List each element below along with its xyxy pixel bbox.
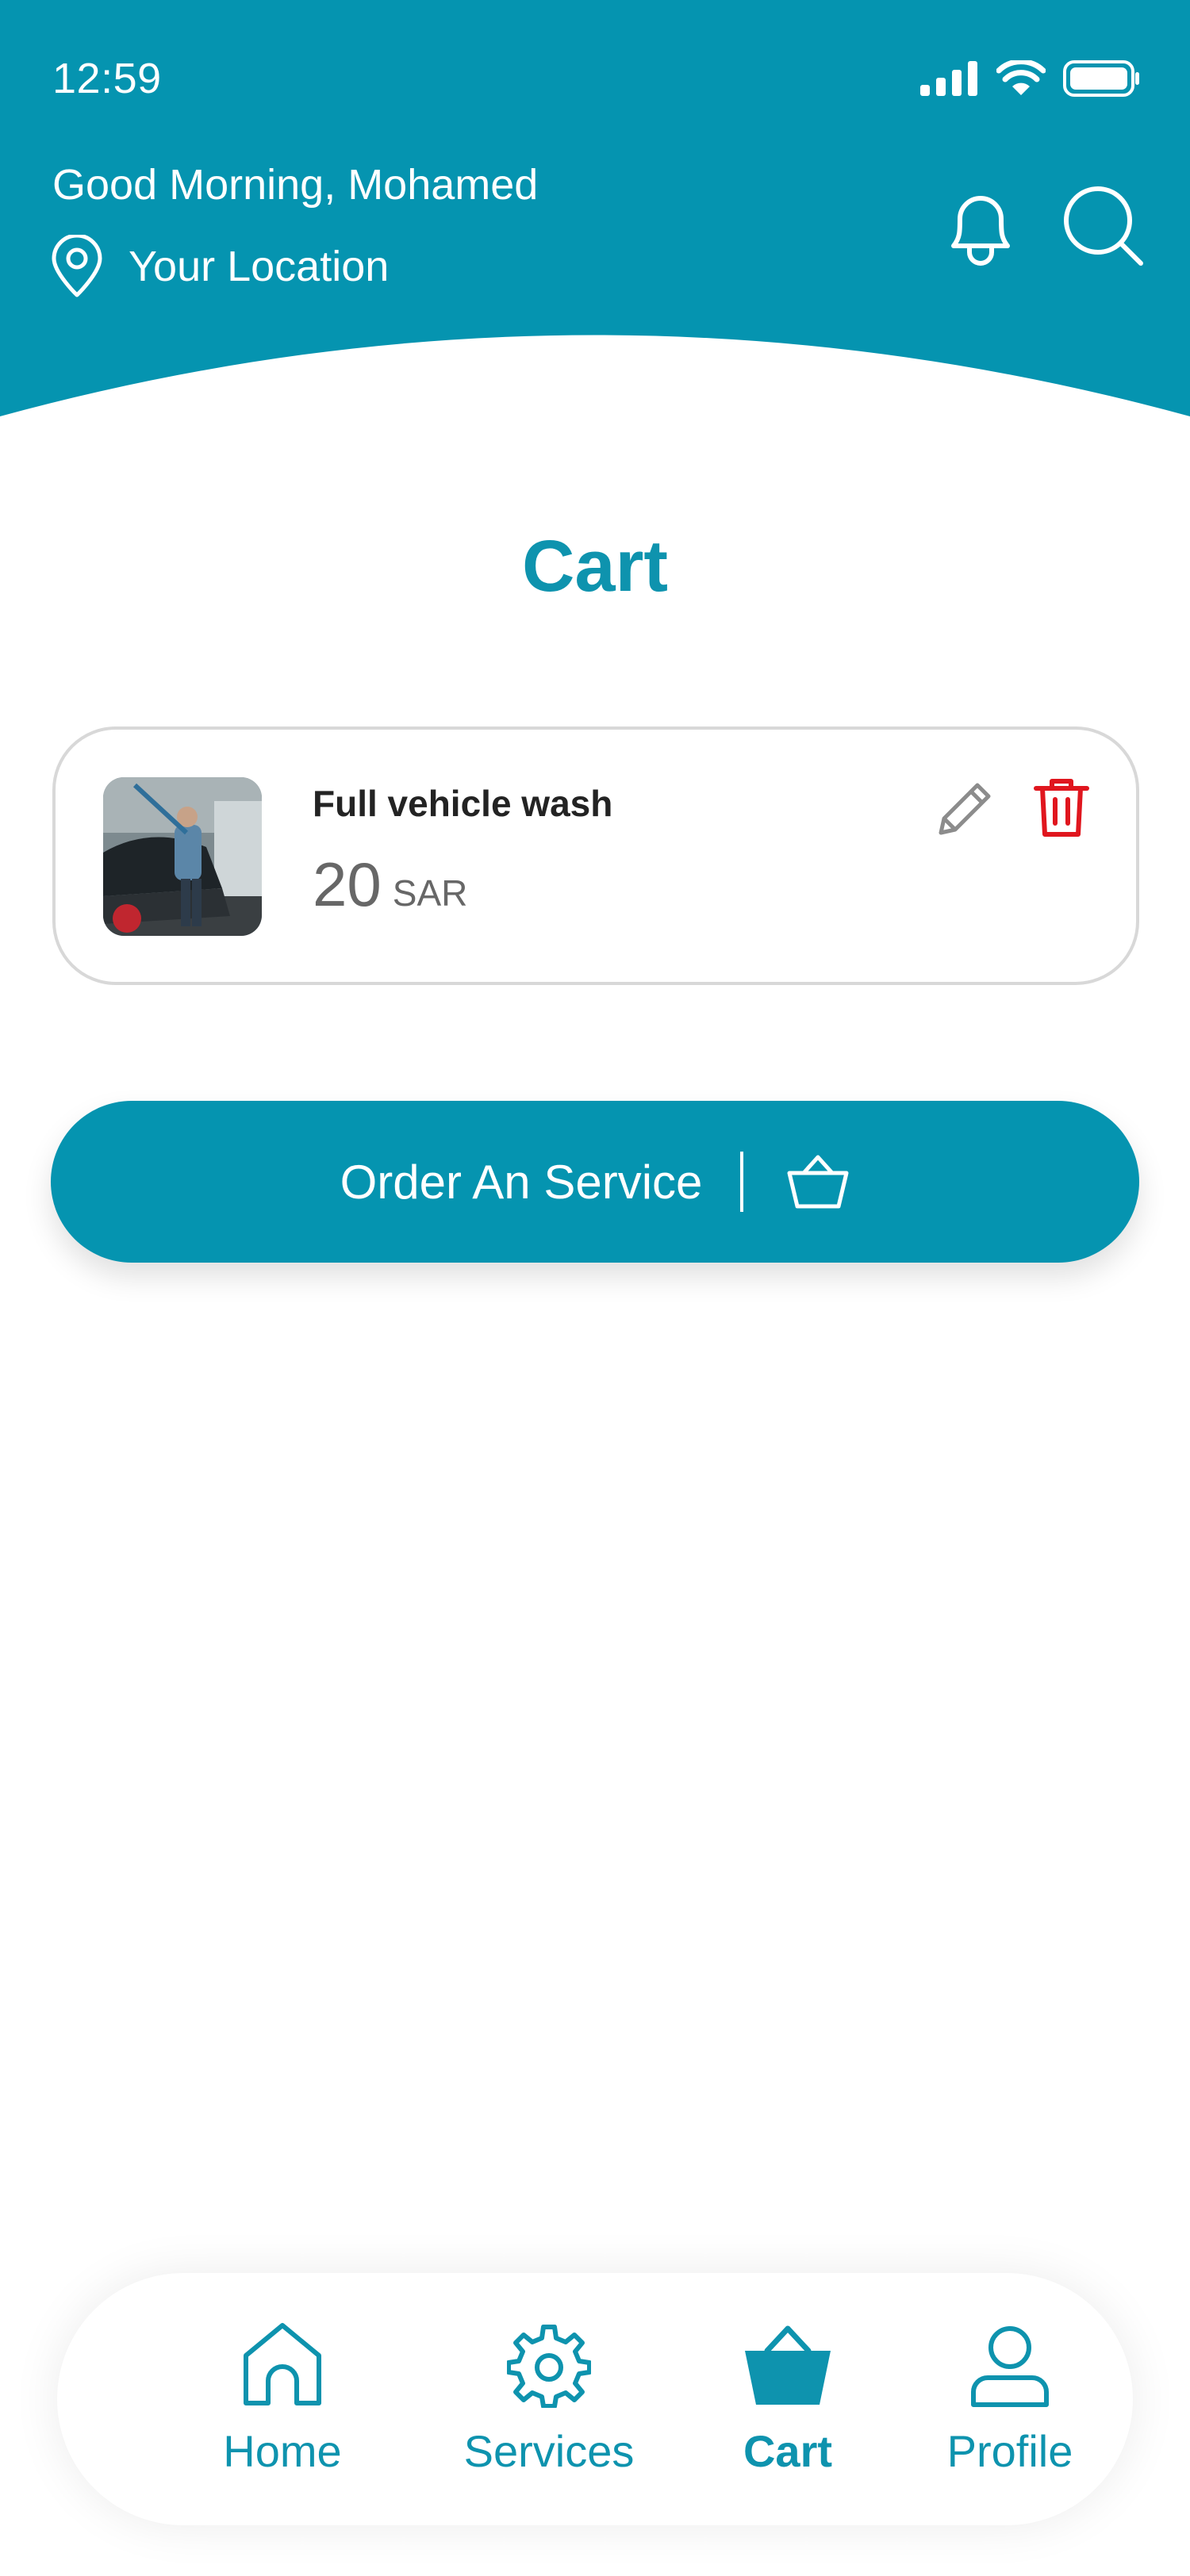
price-amount: 20	[313, 849, 382, 919]
basket-icon	[745, 2325, 831, 2405]
nav-label-cart: Cart	[743, 2426, 833, 2476]
nav-item-home[interactable]: Home	[171, 2319, 393, 2477]
bell-icon	[951, 196, 1010, 266]
location-label: Your Location	[129, 243, 390, 290]
nav-label-home: Home	[223, 2426, 342, 2476]
page-title: Cart	[521, 526, 669, 607]
order-button-divider	[740, 1152, 744, 1212]
cart-item-price: 20 SAR	[313, 849, 467, 921]
signal-icon	[920, 61, 977, 96]
edit-item-button[interactable]	[933, 777, 996, 841]
car-wash-photo	[103, 777, 262, 936]
status-icons	[920, 60, 1141, 97]
cart-item-card[interactable]: Full vehicle wash 20 SAR	[52, 726, 1139, 985]
basket-icon	[787, 1155, 849, 1209]
bottom-navigation: Home Services Cart Profile	[57, 2273, 1133, 2525]
nav-label-services: Services	[463, 2426, 635, 2476]
battery-icon	[1063, 60, 1139, 97]
order-button-label: Order An Service	[340, 1155, 703, 1209]
search-icon	[1064, 186, 1143, 266]
status-time: 12:59	[52, 55, 162, 102]
notifications-button[interactable]	[942, 182, 1019, 268]
greeting-text: Good Morning, Mohamed	[52, 161, 539, 209]
gear-icon	[507, 2325, 591, 2408]
nav-item-profile[interactable]: Profile	[903, 2319, 1117, 2477]
cart-item-image	[103, 777, 262, 936]
wifi-icon	[996, 60, 1046, 95]
cart-item-name: Full vehicle wash	[313, 783, 613, 824]
nav-item-services[interactable]: Services	[430, 2319, 668, 2477]
nav-item-cart[interactable]: Cart	[673, 2319, 903, 2477]
location-pin-icon	[52, 235, 102, 297]
nav-label-profile: Profile	[946, 2426, 1073, 2476]
price-currency: SAR	[392, 872, 468, 914]
search-button[interactable]	[1061, 184, 1144, 266]
order-service-button[interactable]: Order An Service	[51, 1101, 1139, 1263]
header-actions	[942, 182, 1144, 268]
location-selector[interactable]: Your Location	[49, 235, 389, 298]
header: 12:59 Good Morning, Mohamed Your Locatio…	[0, 0, 1190, 420]
trash-icon	[1034, 779, 1089, 837]
cart-screen: 12:59 Good Morning, Mohamed Your Locatio…	[0, 0, 1190, 2576]
user-icon	[971, 2326, 1049, 2407]
pencil-icon	[939, 783, 991, 835]
delete-item-button[interactable]	[1033, 776, 1090, 839]
home-icon	[244, 2323, 321, 2405]
